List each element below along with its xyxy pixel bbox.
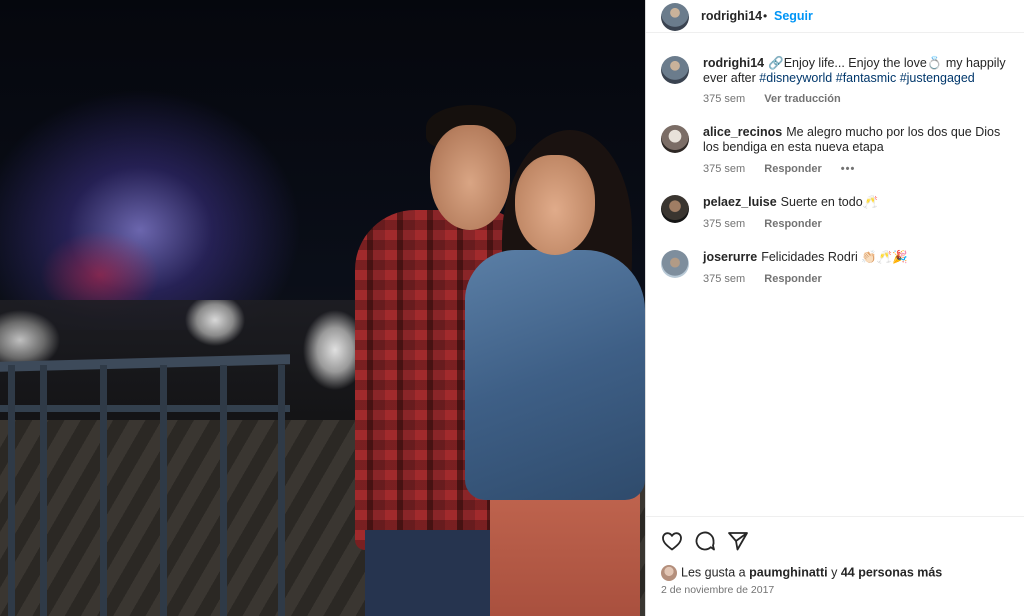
comment-body: alice_recinos Me alegro mucho por los dos… — [703, 125, 1018, 155]
post-panel: rodrighi14 • Seguir rodrighi14 🔗Enjoy lif… — [645, 0, 1024, 616]
timestamp[interactable]: 375 sem — [703, 93, 745, 105]
post-date[interactable]: 2 de noviembre de 2017 — [661, 584, 774, 596]
avatar[interactable] — [661, 125, 689, 153]
avatar[interactable] — [661, 195, 689, 223]
railing-post — [278, 365, 285, 616]
caption-username[interactable]: rodrighi14 — [703, 56, 764, 70]
avatar[interactable] — [661, 3, 689, 31]
reply-button[interactable]: Responder — [764, 163, 821, 175]
likes-summary[interactable]: Les gusta a paumghinatti y 44 personas m… — [661, 565, 942, 581]
translate-button[interactable]: Ver traducción — [764, 93, 840, 105]
likes-conjunction: y — [831, 565, 838, 580]
caption-body: rodrighi14 🔗Enjoy life... Enjoy the love💍… — [703, 56, 1018, 86]
avatar[interactable] — [661, 56, 689, 84]
likes-prefix: Les gusta a — [681, 565, 746, 580]
railing-post — [100, 365, 107, 616]
woman-face — [515, 155, 595, 255]
follow-button[interactable]: Seguir — [774, 9, 813, 23]
comment-text: Felicidades Rodri 👏🏻🥂🎉 — [761, 250, 908, 264]
woman-skirt — [490, 485, 640, 616]
comment-body: joserurre Felicidades Rodri 👏🏻🥂🎉 — [703, 250, 1018, 265]
post-footer: Les gusta a paumghinatti y 44 personas m… — [646, 516, 1024, 616]
comment-meta: 375 sem Responder — [703, 273, 838, 285]
heart-icon[interactable] — [660, 529, 684, 553]
timestamp[interactable]: 375 sem — [703, 163, 745, 175]
man-jeans — [365, 530, 495, 616]
hashtag[interactable]: #disneyworld — [759, 71, 832, 85]
more-options-icon[interactable]: ••• — [841, 163, 856, 175]
comment-username[interactable]: pelaez_luise — [703, 195, 777, 209]
hashtag[interactable]: #justengaged — [900, 71, 975, 85]
timestamp[interactable]: 375 sem — [703, 273, 745, 285]
comment-username[interactable]: joserurre — [703, 250, 757, 264]
hashtag[interactable]: #fantasmic — [836, 71, 896, 85]
comment-icon[interactable] — [693, 529, 717, 553]
comment-username[interactable]: alice_recinos — [703, 125, 782, 139]
railing-post — [40, 365, 47, 616]
comment-text: Suerte en todo🥂 — [780, 195, 879, 209]
header-username[interactable]: rodrighi14 — [701, 9, 762, 23]
paper-plane-icon[interactable] — [726, 529, 750, 553]
couple — [350, 100, 645, 616]
woman-jacket — [465, 250, 645, 500]
separator-dot: • — [763, 9, 768, 23]
post-header: rodrighi14 • Seguir — [646, 0, 1024, 33]
railing-post — [160, 365, 167, 616]
comment-meta: 375 sem Responder ••• — [703, 163, 871, 175]
reply-button[interactable]: Responder — [764, 218, 821, 230]
avatar[interactable] — [661, 250, 689, 278]
railing-post — [8, 365, 15, 616]
likes-others[interactable]: 44 personas más — [841, 565, 942, 579]
liker-avatar[interactable] — [661, 565, 677, 581]
railing-post — [220, 365, 227, 616]
caption-meta: 375 sem Ver traducción — [703, 93, 857, 105]
comment-meta: 375 sem Responder — [703, 218, 838, 230]
man-face — [430, 125, 510, 230]
reply-button[interactable]: Responder — [764, 273, 821, 285]
timestamp[interactable]: 375 sem — [703, 218, 745, 230]
liker-username[interactable]: paumghinatti — [749, 565, 827, 579]
comment-body: pelaez_luise Suerte en todo🥂 — [703, 195, 1018, 210]
post-photo[interactable] — [0, 0, 645, 616]
